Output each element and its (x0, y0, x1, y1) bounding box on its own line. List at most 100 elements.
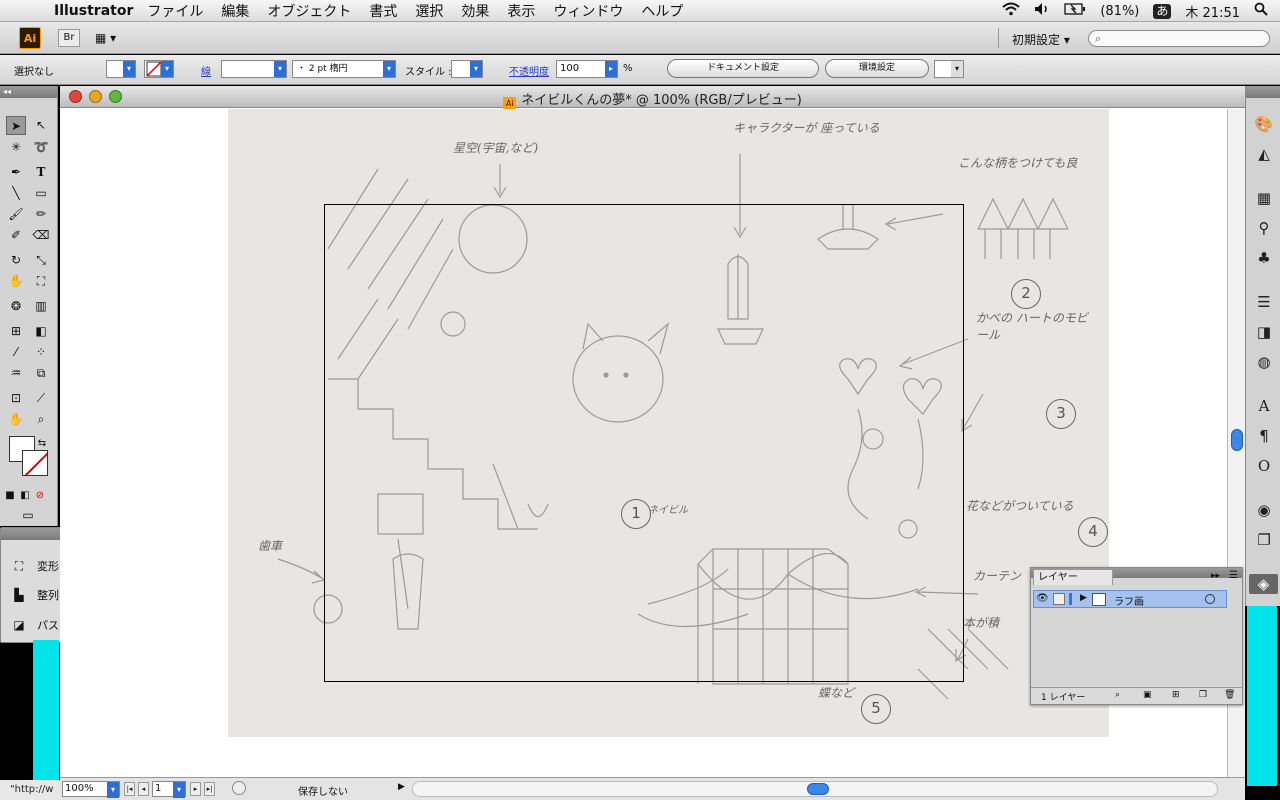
paintbrush-tool-icon[interactable]: 🖌 (6, 205, 26, 224)
first-artboard-button[interactable]: |◂ (124, 782, 135, 796)
gradient-tool-icon[interactable]: ◧ (31, 322, 51, 341)
input-method-indicator[interactable]: あ (1153, 3, 1172, 19)
arrange-documents-button[interactable]: ▦ ▾ (95, 29, 127, 47)
menu-edit[interactable]: 編集 (221, 1, 249, 21)
layers-panel-icon[interactable]: ◈ (1249, 574, 1278, 594)
menu-file[interactable]: ファイル (147, 1, 203, 21)
column-graph-tool-icon[interactable]: ▥ (31, 297, 51, 316)
go-to-bridge-button[interactable]: Br (58, 29, 80, 47)
eyedropper-tool-icon[interactable]: ⁄ (6, 343, 26, 362)
workspace-switcher[interactable]: 初期設定 ▾ (1012, 31, 1070, 48)
previous-artboard-button[interactable]: ◂ (138, 782, 149, 796)
menu-window[interactable]: ウィンドウ (553, 1, 623, 21)
transform-panel-item[interactable]: ⛶ 変形 (11, 558, 59, 574)
create-sublayer-icon[interactable]: ⊞ (1172, 690, 1180, 700)
artboard-number-field[interactable]: 1 ▾ (152, 781, 186, 798)
scale-tool-icon[interactable]: ⤡ (31, 251, 51, 270)
layer-name[interactable]: ラフ画 (1114, 593, 1144, 608)
spotlight-search-icon[interactable] (1254, 2, 1268, 20)
menu-view[interactable]: 表示 (507, 1, 535, 21)
stroke-label[interactable]: 線 (201, 63, 211, 78)
hand-tool-icon[interactable]: ✋ (6, 410, 26, 429)
visibility-eye-icon[interactable]: 👁 (1036, 593, 1049, 604)
collapse-panel-icon[interactable]: ▸▸ (1211, 571, 1220, 581)
battery-icon[interactable] (1064, 3, 1086, 19)
locate-object-icon[interactable]: ⌕ (1115, 690, 1120, 700)
transparency-panel-icon[interactable]: ◍ (1254, 352, 1274, 372)
live-paint-bucket-tool-icon[interactable]: ♒ (6, 364, 26, 383)
create-new-layer-icon[interactable]: ❐ (1199, 690, 1207, 700)
vertical-scroll-thumb[interactable] (1231, 429, 1243, 451)
artboard-tool-icon[interactable]: ⊡ (6, 389, 26, 408)
symbols-panel-icon[interactable]: ♣ (1254, 248, 1274, 268)
swap-fill-stroke-icon[interactable]: ⇆ (36, 434, 48, 453)
type-tool-icon[interactable]: T (31, 163, 51, 182)
menu-object[interactable]: オブジェクト (267, 1, 351, 21)
horizontal-scrollbar[interactable] (412, 781, 1218, 797)
none-mode-icon[interactable]: ⊘ (34, 486, 46, 505)
make-clipping-mask-icon[interactable]: ▣ (1143, 690, 1152, 700)
menu-effect[interactable]: 効果 (461, 1, 489, 21)
delete-layer-icon[interactable]: 🗑 (1224, 690, 1235, 700)
layer-row[interactable]: 👁 ▶ ラフ画 (1033, 590, 1227, 608)
help-search-input[interactable]: ⌕ (1088, 30, 1270, 47)
stroke-panel-icon[interactable]: ☰ (1254, 292, 1274, 312)
eraser-tool-icon[interactable]: ⌫ (31, 226, 51, 245)
last-artboard-button[interactable]: ▸| (204, 782, 215, 796)
fill-color-dropdown[interactable]: ▾ (106, 60, 136, 78)
color-mode-icon[interactable]: ■ (4, 486, 16, 505)
artboard-boundary[interactable] (324, 204, 964, 682)
status-menu-icon[interactable] (232, 781, 246, 795)
horizontal-scroll-thumb[interactable] (807, 783, 829, 795)
next-artboard-button[interactable]: ▸ (190, 782, 201, 796)
menu-help[interactable]: ヘルプ (641, 1, 683, 21)
pencil-tool-icon[interactable]: ✏ (31, 205, 51, 224)
menu-select[interactable]: 選択 (415, 1, 443, 21)
layer-target-icon[interactable] (1205, 594, 1215, 604)
symbol-sprayer-tool-icon[interactable]: ❂ (6, 297, 26, 316)
blend-tool-icon[interactable]: ⁘ (31, 343, 51, 362)
live-paint-selection-tool-icon[interactable]: ⧉ (31, 364, 51, 383)
stroke-weight-field[interactable]: ▾ (221, 60, 287, 78)
graphic-style-dropdown[interactable]: ▾ (451, 60, 483, 78)
color-guide-icon[interactable]: ◭ (1254, 144, 1274, 164)
paragraph-panel-icon[interactable]: ¶ (1254, 426, 1274, 446)
opacity-label[interactable]: 不透明度 (509, 63, 549, 78)
wifi-icon[interactable] (1002, 2, 1020, 20)
lock-toggle[interactable] (1053, 593, 1065, 605)
blob-brush-tool-icon[interactable]: ✐ (6, 226, 26, 245)
document-titlebar[interactable]: Ai ネイビルくんの夢* @ 100% (RGB/プレビュー) (60, 86, 1245, 111)
appearance-panel-icon[interactable]: ◉ (1254, 500, 1274, 520)
stroke-color-dropdown[interactable]: ▾ (144, 60, 174, 78)
line-tool-icon[interactable]: ╲ (6, 184, 26, 203)
swatches-panel-icon[interactable]: ▦ (1254, 188, 1274, 208)
color-panel-icon[interactable]: 🎨 (1254, 114, 1274, 134)
stroke-swatch[interactable] (22, 450, 48, 476)
screen-mode-icon[interactable]: ▭ (14, 506, 42, 525)
preferences-button[interactable]: 環境設定 (825, 59, 929, 78)
gradient-panel-icon[interactable]: ◨ (1254, 322, 1274, 342)
zoom-tool-icon[interactable]: ⌕ (31, 410, 51, 429)
brush-definition-dropdown[interactable]: ・ 2 pt 楕円 ▾ (292, 60, 396, 78)
document-setup-button[interactable]: ドキュメント設定 (667, 59, 819, 78)
lasso-tool-icon[interactable]: ➰ (31, 138, 51, 157)
menu-type[interactable]: 書式 (369, 1, 397, 21)
app-menu[interactable]: Illustrator (54, 3, 133, 19)
rectangle-tool-icon[interactable]: ▭ (31, 184, 51, 203)
free-transform-tool-icon[interactable]: ⛶ (31, 272, 51, 291)
selection-tool-icon[interactable]: ➤ (6, 116, 26, 135)
pen-tool-icon[interactable]: ✒ (6, 163, 26, 182)
direct-selection-tool-icon[interactable]: ↖ (31, 116, 51, 135)
expand-layer-icon[interactable]: ▶ (1080, 593, 1087, 603)
clock[interactable]: 木 21:51 (1185, 2, 1240, 21)
warp-tool-icon[interactable]: ✋ (6, 272, 26, 291)
opentype-panel-icon[interactable]: O (1254, 456, 1274, 476)
graphic-styles-panel-icon[interactable]: ❐ (1254, 530, 1274, 550)
opacity-field[interactable]: 100 ▸ (556, 60, 618, 78)
tab-layers[interactable]: レイヤー (1033, 569, 1113, 585)
gradient-mode-icon[interactable]: ◧ (19, 486, 31, 505)
dock-header[interactable] (1246, 86, 1280, 98)
panel-menu-icon[interactable]: ☰ (1229, 570, 1238, 581)
rotate-tool-icon[interactable]: ↻ (6, 251, 26, 270)
mesh-tool-icon[interactable]: ⊞ (6, 322, 26, 341)
